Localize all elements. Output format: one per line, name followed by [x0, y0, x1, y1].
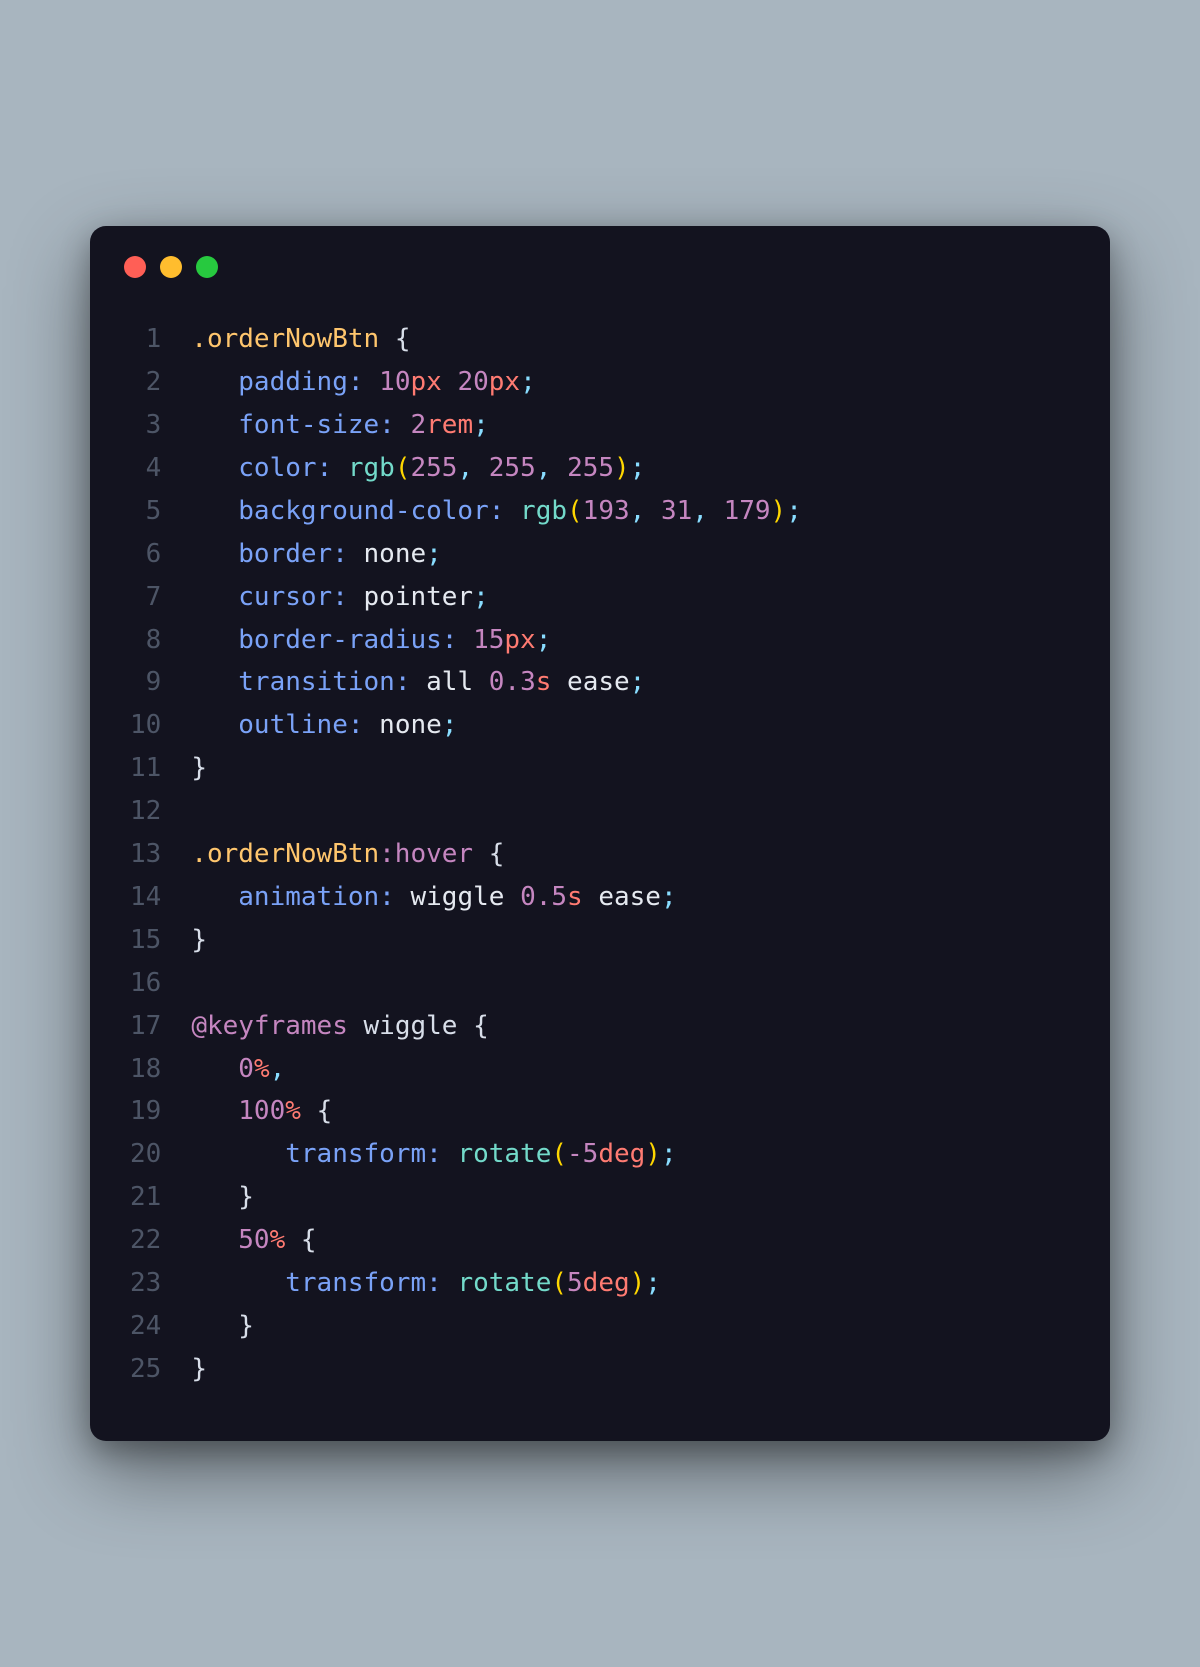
line-number: 24: [130, 1305, 161, 1348]
line-number: 14: [130, 876, 161, 919]
line-number: 16: [130, 962, 161, 1005]
code-line: transform: rotate(-5deg);: [191, 1133, 1070, 1176]
code-line: .orderNowBtn:hover {: [191, 833, 1070, 876]
line-number: 2: [130, 361, 161, 404]
code-line: transform: rotate(5deg);: [191, 1262, 1070, 1305]
code-line: background-color: rgb(193, 31, 179);: [191, 490, 1070, 533]
code-line: color: rgb(255, 255, 255);: [191, 447, 1070, 490]
code-line: }: [191, 919, 1070, 962]
line-number: 7: [130, 576, 161, 619]
line-number: 15: [130, 919, 161, 962]
line-number: 20: [130, 1133, 161, 1176]
code-line: 100% {: [191, 1090, 1070, 1133]
line-number: 21: [130, 1176, 161, 1219]
code-line: outline: none;: [191, 704, 1070, 747]
code-line: border: none;: [191, 533, 1070, 576]
line-number: 17: [130, 1005, 161, 1048]
line-number: 8: [130, 619, 161, 662]
line-number: 19: [130, 1090, 161, 1133]
line-number: 12: [130, 790, 161, 833]
code-line: }: [191, 747, 1070, 790]
code-line: border-radius: 15px;: [191, 619, 1070, 662]
code-area: 1234567891011121314151617181920212223242…: [130, 318, 1070, 1390]
code-line: }: [191, 1176, 1070, 1219]
code-line: transition: all 0.3s ease;: [191, 661, 1070, 704]
code-line: .orderNowBtn {: [191, 318, 1070, 361]
code-line: }: [191, 1348, 1070, 1391]
code-line: animation: wiggle 0.5s ease;: [191, 876, 1070, 919]
maximize-window-icon[interactable]: [196, 256, 218, 278]
line-number-gutter: 1234567891011121314151617181920212223242…: [130, 318, 191, 1390]
code-editor-window: 1234567891011121314151617181920212223242…: [90, 226, 1110, 1440]
line-number: 22: [130, 1219, 161, 1262]
window-traffic-lights: [124, 256, 1070, 278]
code-line: 50% {: [191, 1219, 1070, 1262]
line-number: 5: [130, 490, 161, 533]
line-number: 4: [130, 447, 161, 490]
code-line: @keyframes wiggle {: [191, 1005, 1070, 1048]
code-line: font-size: 2rem;: [191, 404, 1070, 447]
line-number: 9: [130, 661, 161, 704]
code-line: [191, 790, 1070, 833]
line-number: 13: [130, 833, 161, 876]
line-number: 18: [130, 1048, 161, 1091]
code-line: cursor: pointer;: [191, 576, 1070, 619]
line-number: 6: [130, 533, 161, 576]
minimize-window-icon[interactable]: [160, 256, 182, 278]
line-number: 23: [130, 1262, 161, 1305]
close-window-icon[interactable]: [124, 256, 146, 278]
code-line: 0%,: [191, 1048, 1070, 1091]
line-number: 11: [130, 747, 161, 790]
line-number: 25: [130, 1348, 161, 1391]
code-line: padding: 10px 20px;: [191, 361, 1070, 404]
line-number: 1: [130, 318, 161, 361]
code-line: [191, 962, 1070, 1005]
line-number: 3: [130, 404, 161, 447]
code-line: }: [191, 1305, 1070, 1348]
line-number: 10: [130, 704, 161, 747]
code-content[interactable]: .orderNowBtn { padding: 10px 20px; font-…: [191, 318, 1070, 1390]
